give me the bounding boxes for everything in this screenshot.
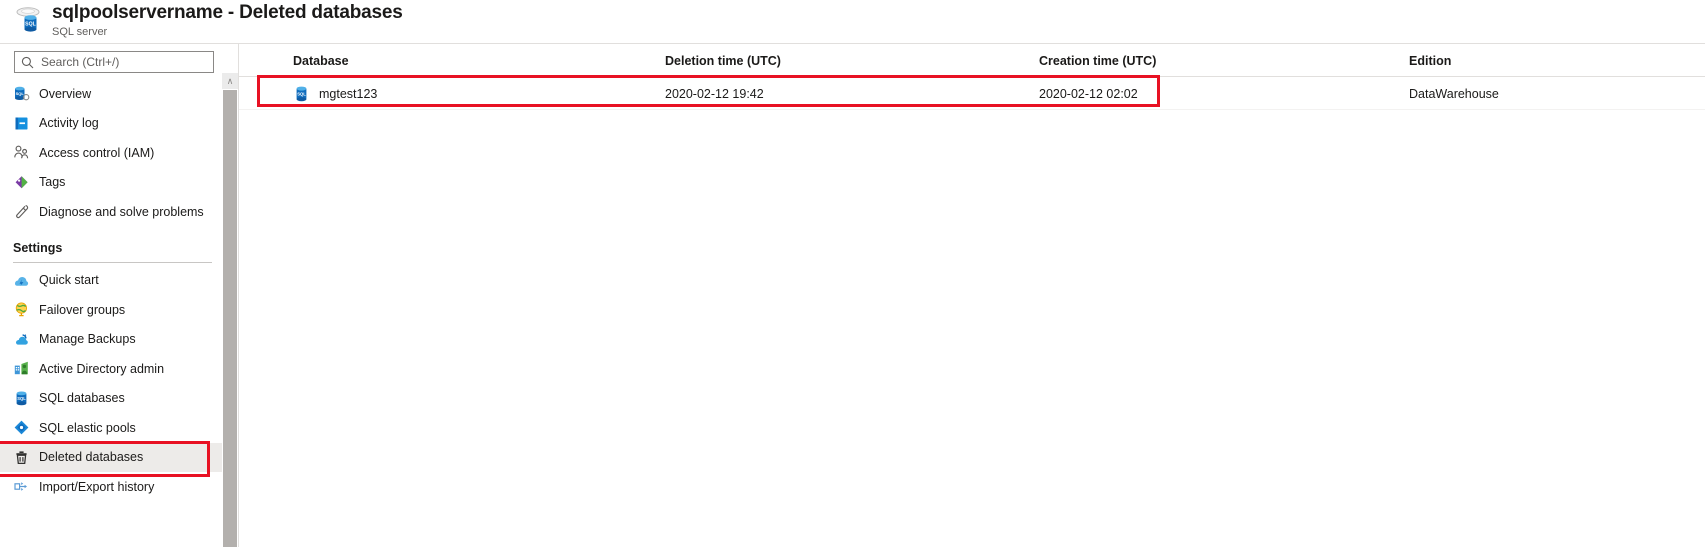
diagnose-icon — [13, 203, 30, 220]
active-directory-icon — [13, 360, 30, 377]
trash-icon — [13, 449, 30, 466]
svg-text:SQL: SQL — [297, 91, 306, 96]
sidebar-item-label: Deleted databases — [39, 450, 144, 465]
sidebar-nav-list: SQL Overview Activity log Access control… — [0, 79, 222, 502]
table-header-row: Database Deletion time (UTC) Creation ti… — [239, 44, 1705, 77]
sidebar-item-label: Tags — [39, 175, 66, 190]
scrollbar-thumb[interactable] — [223, 90, 237, 547]
sidebar-item-failover-groups[interactable]: Failover groups — [0, 295, 222, 325]
access-control-icon — [13, 144, 30, 161]
activity-log-icon — [13, 115, 30, 132]
sidebar-search-row — [0, 44, 222, 79]
sidebar-item-sql-databases[interactable]: SQL SQL databases — [0, 384, 222, 414]
cell-edition: DataWarehouse — [1409, 86, 1499, 101]
column-header-creation-time[interactable]: Creation time (UTC) — [1039, 44, 1156, 77]
tags-icon — [13, 174, 30, 191]
sidebar-divider — [13, 261, 212, 263]
page-subtitle: SQL server — [52, 26, 108, 38]
sidebar: « SQL Overview — [0, 44, 222, 547]
sidebar-section-settings: Settings — [0, 227, 222, 257]
column-header-database[interactable]: Database — [293, 44, 349, 77]
svg-text:SQL: SQL — [16, 91, 25, 96]
svg-text:SQL: SQL — [25, 21, 36, 27]
sidebar-item-label: SQL databases — [39, 391, 125, 406]
sidebar-item-label: SQL elastic pools — [39, 420, 136, 435]
sidebar-item-label: Quick start — [39, 273, 99, 288]
sidebar-item-active-directory-admin[interactable]: Active Directory admin — [0, 354, 222, 384]
content-area: Database Deletion time (UTC) Creation ti… — [239, 44, 1705, 547]
sql-database-icon: SQL — [13, 390, 30, 407]
search-icon — [21, 56, 34, 69]
column-header-deletion-time[interactable]: Deletion time (UTC) — [665, 44, 781, 77]
sidebar-item-label: Import/Export history — [39, 479, 155, 494]
sidebar-item-label: Overview — [39, 86, 92, 101]
sidebar-item-label: Manage Backups — [39, 332, 136, 347]
sidebar-item-manage-backups[interactable]: Manage Backups — [0, 325, 222, 355]
search-input[interactable] — [41, 53, 201, 71]
sidebar-item-quick-start[interactable]: Quick start — [0, 266, 222, 296]
database-name-link[interactable]: mgtest123 — [319, 87, 377, 101]
column-header-edition[interactable]: Edition — [1409, 44, 1451, 77]
cell-deletion-time: 2020-02-12 19:42 — [665, 86, 764, 101]
header-text-block: sqlpoolservername - Deleted databases SQ… — [52, 2, 403, 39]
sql-server-icon: SQL — [12, 3, 46, 37]
sidebar-item-label: Access control (IAM) — [39, 145, 155, 160]
sidebar-item-sql-elastic-pools[interactable]: SQL elastic pools — [0, 413, 222, 443]
import-export-icon — [13, 478, 30, 495]
sidebar-item-deleted-databases[interactable]: Deleted databases — [0, 440, 222, 476]
sidebar-item-label: Activity log — [39, 116, 99, 131]
sidebar-item-import-export-history[interactable]: Import/Export history — [0, 472, 222, 502]
sidebar-item-label: Diagnose and solve problems — [39, 204, 204, 219]
sidebar-item-activity-log[interactable]: Activity log — [0, 109, 222, 139]
sidebar-section-label: Settings — [13, 240, 63, 255]
table-row[interactable]: SQL mgtest123 2020-02-12 19:42 2020-02-1… — [239, 77, 1705, 110]
chevron-up-icon[interactable]: ∧ — [222, 73, 238, 89]
sidebar-item-access-control[interactable]: Access control (IAM) — [0, 138, 222, 168]
sidebar-item-diagnose[interactable]: Diagnose and solve problems — [0, 197, 222, 227]
sidebar-item-label: Failover groups — [39, 302, 126, 317]
body-area: « SQL Overview — [0, 43, 1705, 547]
search-box[interactable] — [14, 51, 214, 73]
quick-start-icon — [13, 272, 30, 289]
sidebar-item-tags[interactable]: Tags — [0, 168, 222, 198]
svg-text:SQL: SQL — [17, 396, 26, 401]
cell-database[interactable]: SQL mgtest123 — [293, 77, 377, 110]
sql-server-icon: SQL — [13, 85, 30, 102]
cell-creation-time: 2020-02-12 02:02 — [1039, 86, 1138, 101]
manage-backups-icon — [13, 331, 30, 348]
sql-database-icon: SQL — [293, 85, 310, 103]
sidebar-item-overview[interactable]: SQL Overview — [0, 79, 222, 109]
sidebar-scrollbar[interactable]: ∧ — [222, 44, 238, 547]
page-header: SQL sqlpoolservername - Deleted database… — [0, 0, 1705, 43]
failover-groups-icon — [13, 301, 30, 318]
page-title: sqlpoolservername - Deleted databases — [52, 2, 403, 23]
sql-elastic-pools-icon — [13, 419, 30, 436]
sidebar-item-label: Active Directory admin — [39, 361, 165, 376]
